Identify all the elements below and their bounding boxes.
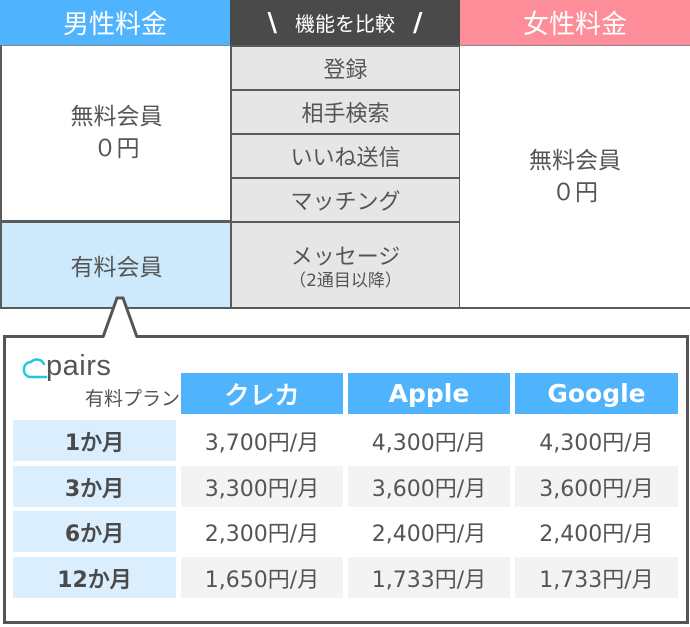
feature-sublabel: （2通目以降） (289, 271, 402, 291)
feature-label: 相手検索 (301, 102, 390, 127)
male-pricing-title: 男性料金 (62, 10, 167, 40)
plan-price-cell: 1,733円/月 (515, 557, 678, 598)
feature-item: 登録 (232, 47, 459, 91)
plan-period-label: 1か月 (13, 420, 176, 461)
feature-label: 登録 (323, 58, 368, 83)
plan-price-cell: 2,400円/月 (539, 521, 654, 547)
male-free-member-price: ０円 (93, 136, 140, 162)
female-pricing-header: 女性料金 (460, 0, 690, 45)
plan-price-cell: 3,700円/月 (204, 430, 320, 456)
plan-price-cell: 3,600円/月 (515, 466, 678, 507)
paid-plan-label: 有料プラン (84, 388, 180, 410)
plan-period-label: 3か月 (13, 466, 176, 507)
column-header-credit-card: クレカ (181, 373, 343, 414)
backslash-deco-icon: \ (267, 7, 278, 38)
column-header-label: Apple (388, 379, 470, 408)
feature-label: メッセージ (290, 245, 401, 270)
plan-period-label: 6か月 (13, 511, 176, 552)
feature-item: メッセージ （2通目以降） (232, 223, 459, 307)
feature-item: マッチング (232, 179, 459, 223)
plan-price-cell: 4,300円/月 (371, 430, 487, 456)
plan-price-cell: 2,400円/月 (371, 521, 487, 547)
feature-item: 相手検索 (232, 91, 459, 135)
plan-period-label: 12か月 (13, 557, 176, 598)
feature-label: いいね送信 (290, 146, 401, 171)
plan-price-cell: 1,733円/月 (348, 557, 510, 598)
column-header-apple: Apple (348, 373, 510, 414)
female-free-member-price: ０円 (552, 179, 598, 206)
plan-price-cell: 3,600円/月 (348, 466, 510, 507)
feature-compare-header: \ 機能を比較 / (230, 0, 460, 45)
plan-price-cell: 2,300円/月 (204, 521, 320, 547)
plan-price-cell: 3,300円/月 (181, 466, 343, 507)
column-header-label: Google (547, 379, 646, 408)
feature-label: マッチング (290, 190, 401, 215)
plan-price-cell: 4,300円/月 (539, 430, 654, 456)
male-paid-member-label: 有料会員 (70, 255, 163, 281)
callout-pointer-icon (101, 296, 139, 340)
male-free-member-label: 無料会員 (70, 104, 163, 130)
column-header-label: クレカ (224, 380, 300, 410)
female-free-member-label: 無料会員 (529, 147, 621, 174)
male-pricing-header: 男性料金 (0, 0, 230, 45)
feature-item: いいね送信 (232, 135, 459, 179)
column-header-google: Google (515, 373, 678, 414)
female-pricing-title: 女性料金 (522, 10, 627, 40)
male-free-member-cell: 無料会員 ０円 (0, 45, 231, 222)
feature-compare-title: 機能を比較 (295, 12, 395, 36)
feature-list: 登録 相手検索 いいね送信 マッチング メッセージ （2通目以降） (230, 45, 461, 309)
slash-deco-icon: / (413, 7, 423, 38)
female-free-member-cell: 無料会員 ０円 (460, 45, 690, 309)
plan-price-cell: 1,650円/月 (181, 557, 343, 598)
pairs-logo-text: pairs (46, 350, 112, 382)
